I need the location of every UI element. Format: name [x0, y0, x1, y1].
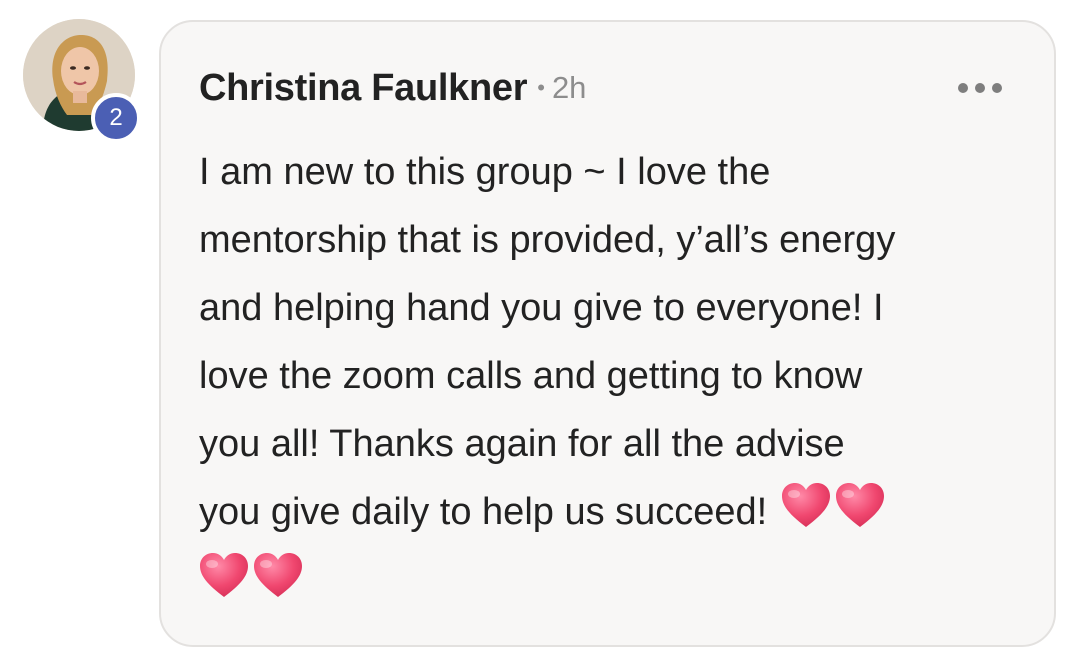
comment-line: love the zoom calls and getting to know — [199, 355, 863, 397]
comment-header: Christina Faulkner • 2h — [199, 64, 586, 112]
timestamp[interactable]: 2h — [552, 70, 586, 106]
more-dot — [958, 83, 968, 93]
comment-line: you all! Thanks again for all the advise — [199, 423, 845, 465]
heart-icon — [198, 552, 250, 600]
more-dot — [975, 83, 985, 93]
author-name[interactable]: Christina Faulkner — [199, 67, 528, 110]
heart-icon — [780, 482, 832, 530]
comment-body: I am new to this group ~ I love the ment… — [199, 138, 1044, 600]
heart-icon — [834, 482, 886, 530]
more-options-icon[interactable] — [958, 78, 1002, 98]
separator-dot: • — [537, 75, 545, 100]
comment-line: and helping hand you give to everyone! I — [199, 287, 884, 329]
comment-line: I am new to this group ~ I love the — [199, 151, 771, 193]
comment-last-line: you give daily to help us succeed! — [199, 478, 1044, 546]
more-dot — [992, 83, 1002, 93]
comment-card: Christina Faulkner • 2h I am new to this… — [159, 20, 1056, 647]
avatar-badge: 2 — [91, 93, 141, 143]
comment-line: mentorship that is provided, y’all’s ene… — [199, 219, 896, 261]
comment-thread: 2 Christina Faulkner • 2h I am new to th… — [0, 0, 1080, 670]
heart-icon — [252, 552, 304, 600]
comment-line-text: you give daily to help us succeed! — [199, 491, 768, 533]
emoji-row — [196, 552, 1044, 600]
